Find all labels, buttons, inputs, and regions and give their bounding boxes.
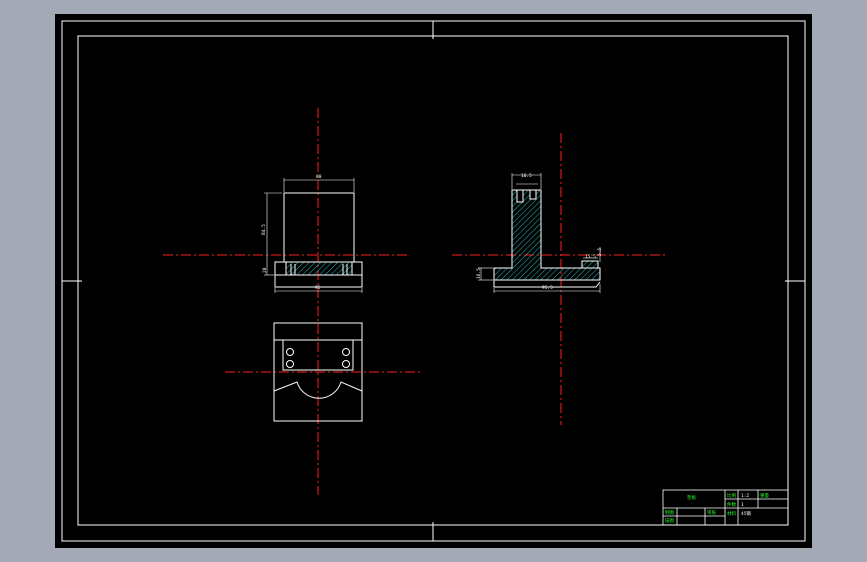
side-dim-bottom: 95.5 [542, 285, 553, 291]
front-dim-small: 20 [262, 267, 268, 273]
side-dim-left: 16.5 [476, 268, 482, 279]
title-block-field-weight: 重量 [760, 492, 769, 499]
front-view-hatched-section [285, 261, 353, 276]
title-block-value-qty: 1 [741, 502, 744, 508]
title-block-field-material: 材料 [727, 510, 736, 517]
title-block-name: 垫板 [687, 494, 696, 501]
side-dim-top: 16.5 [521, 173, 532, 179]
side-dim-right: 5.5 [597, 248, 603, 256]
title-block-field-scale: 比例 [727, 492, 736, 499]
front-dim-top: 80 [316, 174, 322, 180]
title-block-row-traced: 描图 [665, 517, 674, 524]
cad-drawing-canvas: 80 84.5 20 95 16.5 5.5 15.5 16.5 95.5 垫板… [55, 14, 812, 548]
title-block-field-qty: 件数 [727, 501, 736, 508]
front-dim-left: 84.5 [261, 224, 267, 235]
title-block-value-material: 45钢 [741, 510, 751, 517]
title-block-row-drawn: 制图 [665, 509, 674, 516]
side-dim-step: 15.5 [585, 254, 596, 260]
drawing-sheet [55, 14, 812, 548]
title-block-row-checked: 审核 [707, 509, 716, 516]
front-dim-bottom: 95 [315, 285, 321, 291]
title-block-value-scale: 1:2 [741, 493, 749, 499]
